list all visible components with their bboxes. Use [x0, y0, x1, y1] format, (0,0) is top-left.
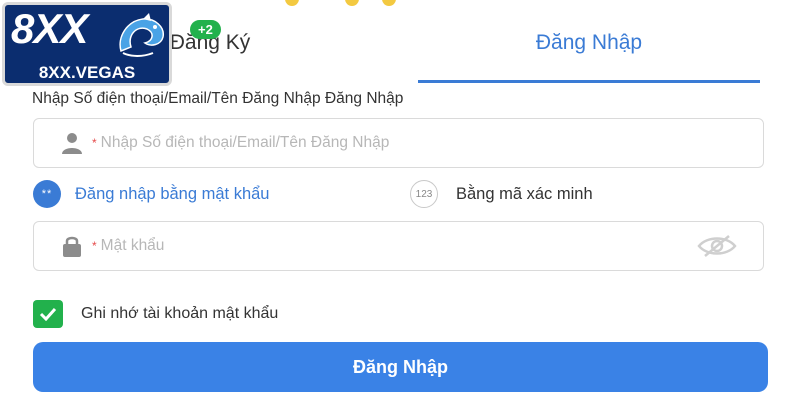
check-icon: [39, 307, 57, 321]
logo-mark: 8XX: [11, 5, 88, 52]
brand-logo: 8XX 8XX.VEGAS: [2, 2, 172, 86]
login-by-password-label: Đăng nhập bằng mật khẩu: [75, 184, 270, 203]
remember-label: Ghi nhớ tài khoản mật khẩu: [81, 305, 279, 322]
code-method-icon: 123: [410, 180, 438, 208]
eye-off-icon[interactable]: [697, 234, 737, 258]
required-mark: *: [92, 239, 97, 253]
required-mark: *: [92, 136, 97, 150]
account-field[interactable]: *: [33, 118, 764, 168]
login-by-code-label: Bằng mã xác minh: [456, 184, 593, 203]
login-by-code-option[interactable]: 123 Bằng mã xác minh: [410, 180, 593, 208]
active-tab-underline: [418, 80, 760, 83]
coin-icon: [285, 0, 299, 6]
password-method-icon: **: [33, 180, 61, 208]
password-input[interactable]: [100, 237, 697, 255]
account-field-label: Nhập Số điện thoại/Email/Tên Đăng Nhập Đ…: [32, 90, 404, 107]
remember-checkbox[interactable]: [33, 300, 63, 328]
user-icon: [62, 133, 82, 154]
login-by-password-option[interactable]: ** Đăng nhập bằng mật khẩu: [33, 180, 269, 208]
dragon-icon: [119, 13, 164, 57]
tab-login[interactable]: Đăng Nhập: [418, 8, 760, 78]
logo-domain: 8XX.VEGAS: [38, 63, 136, 82]
coin-icon: [345, 0, 359, 6]
register-bonus-badge: +2: [190, 20, 221, 39]
remember-me[interactable]: Ghi nhớ tài khoản mật khẩu: [33, 300, 278, 328]
password-field[interactable]: *: [33, 221, 764, 271]
login-submit-button[interactable]: Đăng Nhập: [33, 342, 768, 392]
tab-login-label: Đăng Nhập: [535, 31, 643, 54]
account-input[interactable]: [100, 134, 763, 152]
lock-icon: [63, 236, 81, 257]
coin-icon: [382, 0, 396, 6]
